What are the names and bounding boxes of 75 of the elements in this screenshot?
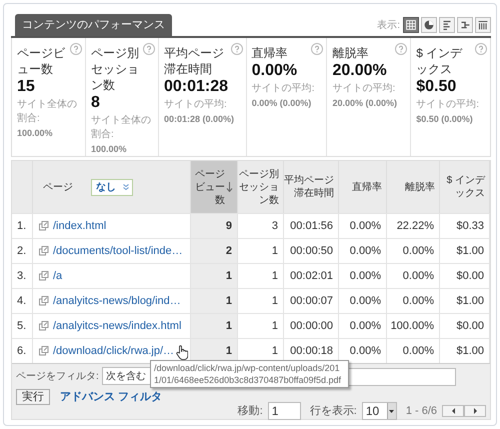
column-header[interactable]: ページ	[43, 180, 73, 194]
rows-label: 行を表示:	[310, 404, 357, 419]
external-link-icon[interactable]	[39, 221, 49, 231]
table-cell: 0.00%	[387, 339, 440, 363]
metric-note: サイトの平均: 20.00% (0.00%)	[332, 82, 398, 110]
bar-chart-icon[interactable]	[439, 17, 455, 33]
page-link[interactable]: /documents/tool-list/inde…	[53, 242, 183, 260]
table-cell: 2	[191, 239, 238, 263]
page-range: 1 - 6/6	[406, 404, 437, 419]
page-link[interactable]: /analyitcs-news/index.html	[53, 318, 182, 334]
column-header[interactable]: $ インデックス	[440, 174, 485, 200]
external-link-icon[interactable]	[39, 296, 49, 306]
metric-value: 00:01:28	[164, 77, 230, 97]
pivot-icon[interactable]	[475, 17, 491, 33]
page-link[interactable]: /download/click/rwa.jp/…	[53, 342, 174, 360]
previous-page-button[interactable]	[442, 405, 464, 417]
column-header[interactable]: 平均ページ滞在時間	[284, 174, 334, 200]
apply-button[interactable]: 実行	[16, 389, 50, 406]
external-link-icon[interactable]	[39, 321, 49, 331]
dimension-dropdown[interactable]: なし	[91, 178, 133, 196]
table-cell: 1	[191, 264, 238, 288]
metric-label: 直帰率	[252, 45, 288, 61]
help-icon[interactable]	[143, 43, 155, 55]
metric-value: 20.00%	[332, 61, 388, 81]
link-tooltip: /download/click/rwa.jp/wp-content/uploads/2011/01/6468ee526d0b3c8d370487b0ffa09f5d.pdf	[150, 360, 349, 388]
advanced-filter-link[interactable]: アドバンス フィルタ	[60, 389, 162, 406]
left-arrow-icon	[450, 408, 456, 414]
table-cell: 9	[191, 214, 238, 238]
column-header[interactable]: ページ別セッション数	[238, 168, 279, 206]
table-view-icon[interactable]	[403, 17, 419, 33]
metric-value: $0.50	[416, 77, 458, 97]
help-icon[interactable]	[311, 43, 324, 55]
next-page-button[interactable]	[464, 405, 486, 417]
table-cell: 1	[191, 289, 238, 313]
metric-note: サイト全体の割合: 100.00%	[17, 98, 78, 140]
page-number-field[interactable]: 1	[268, 402, 301, 420]
help-icon[interactable]	[230, 43, 243, 55]
metric-note: サイトの平均: $0.50 (0.00%)	[416, 98, 480, 126]
page-link[interactable]: /index.html	[53, 218, 106, 234]
filter-label: ページをフィルタ:	[16, 370, 99, 384]
metric-note: サイト全体の割合: 100.00%	[91, 114, 152, 156]
help-icon[interactable]	[395, 43, 408, 55]
help-icon[interactable]	[475, 43, 487, 55]
section-tab[interactable]: コンテンツのパフォーマンス	[15, 14, 172, 36]
metric-label: 平均ページ滞在時間	[164, 45, 225, 77]
metric-value: 15	[17, 77, 36, 97]
column-header[interactable]: 離脱率	[405, 180, 435, 194]
sort-arrow-icon	[226, 182, 233, 192]
hand-cursor-icon	[176, 345, 188, 360]
help-icon[interactable]	[70, 43, 82, 55]
column-header[interactable]: 直帰率	[352, 180, 382, 194]
metric-label: $ インデックス	[416, 45, 464, 77]
page-link[interactable]: /analyitcs-news/blog/ind…	[53, 292, 181, 310]
metric-value: 0.00%	[252, 61, 298, 81]
metric-note: サイトの平均: 0.00% (0.00%)	[252, 82, 315, 110]
external-link-icon[interactable]	[39, 271, 49, 281]
condition-dropdown[interactable]: 次を含む	[102, 367, 152, 385]
right-arrow-icon	[472, 408, 478, 414]
rows-select[interactable]: 10	[362, 402, 397, 420]
page-link[interactable]: /a	[53, 268, 62, 284]
external-link-icon[interactable]	[39, 246, 49, 256]
pie-chart-icon[interactable]	[421, 17, 437, 33]
metric-value: 8	[91, 93, 101, 113]
metric-note: サイトの平均: 00:01:28 (0.00%)	[164, 98, 234, 126]
table-cell: 1	[191, 314, 238, 338]
metric-label: ページ別セッション数	[91, 45, 140, 93]
table-cell: $1.00	[440, 339, 490, 363]
chevron-icon	[122, 183, 130, 191]
metric-label: ページビュー数	[17, 45, 66, 77]
goto-label: 移動:	[238, 404, 263, 419]
metric-label: 離脱率	[332, 45, 368, 61]
comparison-icon[interactable]	[457, 17, 473, 33]
external-link-icon[interactable]	[39, 346, 49, 356]
row-index: 6.	[12, 339, 33, 363]
view-label: 表示:	[377, 18, 400, 32]
